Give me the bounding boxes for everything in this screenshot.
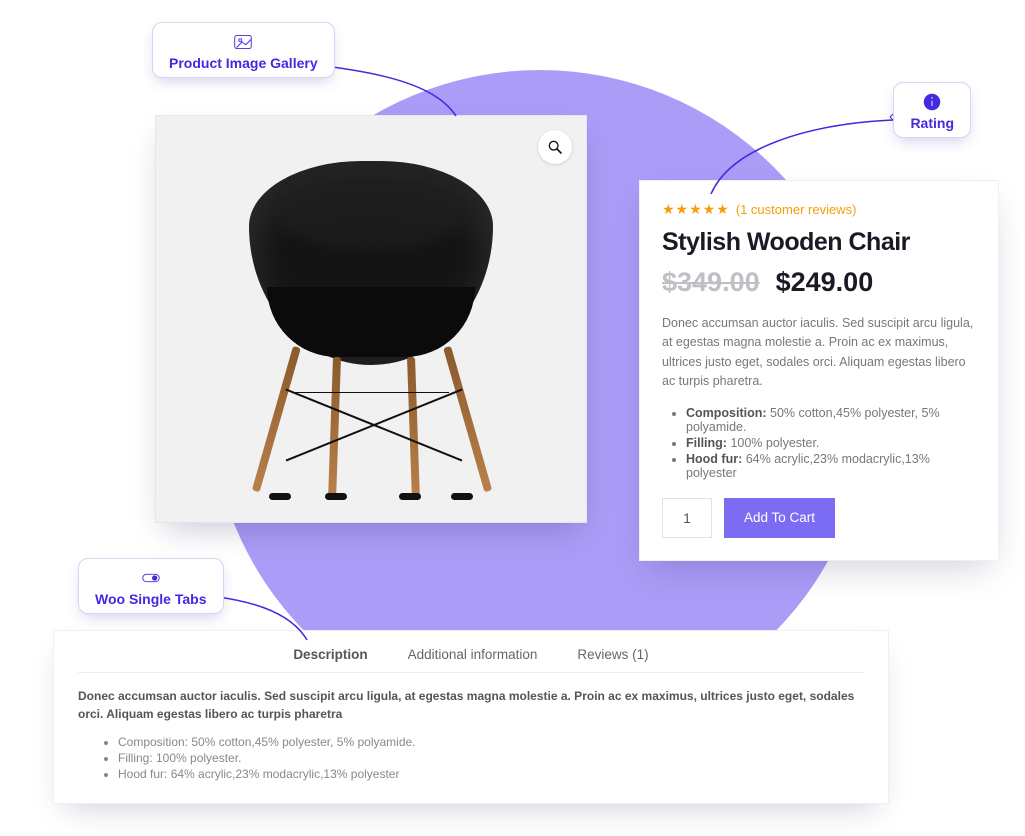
add-to-cart-button[interactable]: Add To Cart <box>724 498 835 538</box>
product-tabs-card: Description Additional information Revie… <box>53 630 889 804</box>
tab-content-text: Donec accumsan auctor iaculis. Sed susci… <box>78 687 864 723</box>
magnifier-icon <box>547 139 563 155</box>
product-details-card: ★★★★★ (1 customer reviews) Stylish Woode… <box>639 180 999 561</box>
tabs-nav: Description Additional information Revie… <box>78 647 864 673</box>
tab-spec-item: Hood fur: 64% acrylic,23% modacrylic,13%… <box>118 767 864 781</box>
product-image[interactable] <box>221 157 521 497</box>
toggle-icon <box>140 567 162 589</box>
callout-rating-label: Rating <box>910 115 954 131</box>
callout-tabs: Woo Single Tabs <box>78 558 224 614</box>
spec-item: Hood fur: 64% acrylic,23% modacrylic,13%… <box>686 452 976 480</box>
tab-reviews[interactable]: Reviews (1) <box>577 647 648 662</box>
star-icons: ★★★★★ <box>662 201 730 218</box>
product-specs-list: Composition: 50% cotton,45% polyester, 5… <box>662 406 976 480</box>
tab-specs-list: Composition: 50% cotton,45% polyester, 5… <box>78 735 864 781</box>
callout-rating: Rating <box>893 82 971 138</box>
spec-item: Filling: 100% polyester. <box>686 436 976 450</box>
reviews-link[interactable]: (1 customer reviews) <box>736 202 857 217</box>
quantity-input[interactable] <box>662 498 712 538</box>
image-icon <box>232 31 254 53</box>
product-description: Donec accumsan auctor iaculis. Sed susci… <box>662 314 976 392</box>
callout-gallery-label: Product Image Gallery <box>169 55 318 71</box>
spec-item: Composition: 50% cotton,45% polyester, 5… <box>686 406 976 434</box>
info-icon <box>921 91 943 113</box>
price-sale: $249.00 <box>776 267 874 298</box>
price-original: $349.00 <box>662 267 760 298</box>
product-title: Stylish Wooden Chair <box>662 228 976 257</box>
tab-spec-item: Filling: 100% polyester. <box>118 751 864 765</box>
callout-gallery: Product Image Gallery <box>152 22 335 78</box>
product-image-gallery <box>155 115 587 523</box>
tab-spec-item: Composition: 50% cotton,45% polyester, 5… <box>118 735 864 749</box>
zoom-button[interactable] <box>538 130 572 164</box>
callout-tabs-label: Woo Single Tabs <box>95 591 207 607</box>
rating-row: ★★★★★ (1 customer reviews) <box>662 201 976 218</box>
price-row: $349.00 $249.00 <box>662 267 976 298</box>
tab-additional-info[interactable]: Additional information <box>408 647 538 662</box>
tab-description[interactable]: Description <box>293 647 367 662</box>
